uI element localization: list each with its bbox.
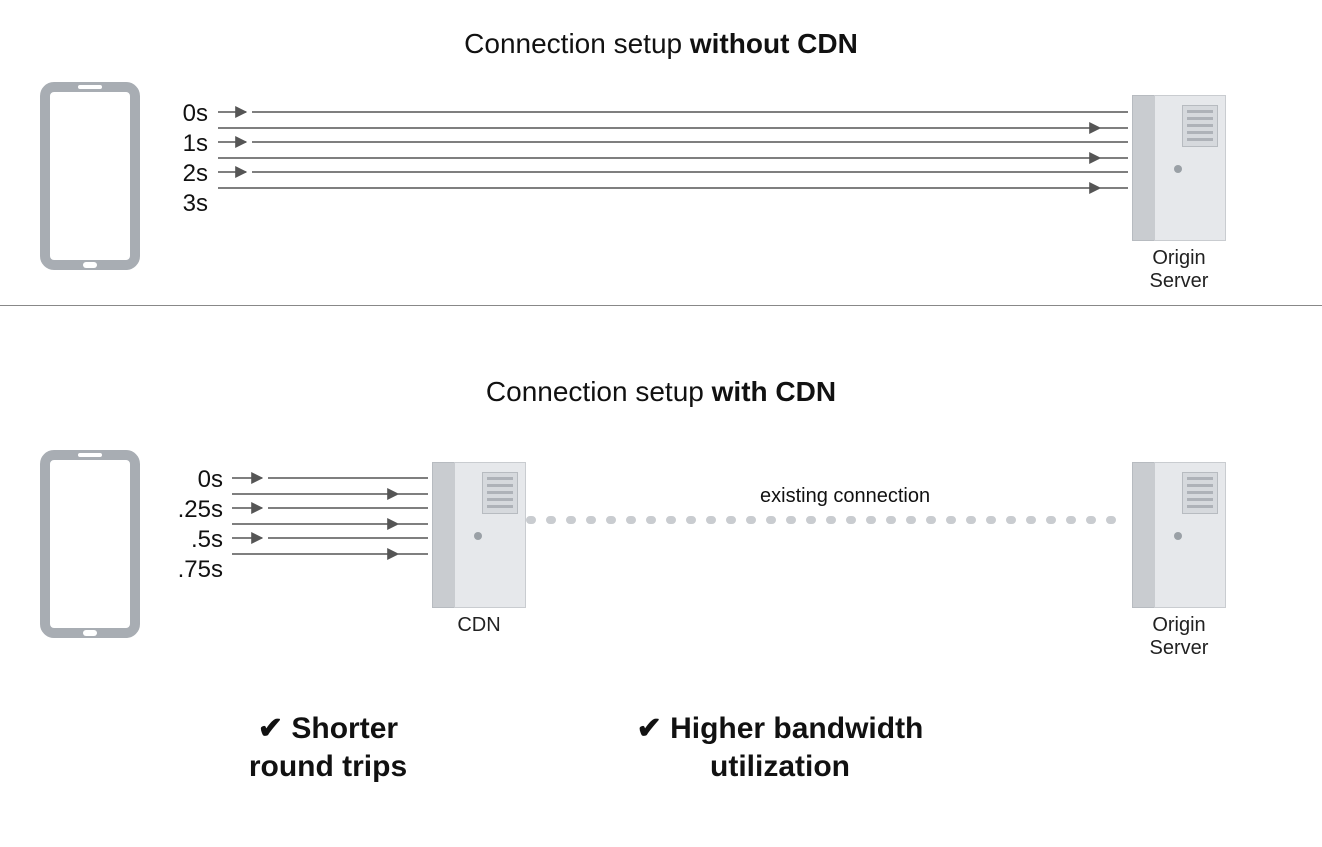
benefit-line: ✔ Shorter xyxy=(258,712,398,745)
benefit-higher-bandwidth: ✔ Higher bandwidth utilization xyxy=(570,710,990,785)
origin-server-icon: Origin Server xyxy=(1132,95,1226,241)
time-label: 0s xyxy=(155,468,223,492)
time-labels-bottom: 0s .25s .5s .75s xyxy=(155,468,223,588)
benefit-line: ✔ Higher bandwidth xyxy=(637,712,924,745)
origin-server-label: Origin Server xyxy=(1132,614,1226,660)
origin-server-icon: Origin Server xyxy=(1132,462,1226,608)
label-line: Origin xyxy=(1152,247,1205,269)
time-label: 3s xyxy=(160,192,208,216)
time-label: .75s xyxy=(155,558,223,582)
origin-server-label: Origin Server xyxy=(1132,247,1226,293)
label-line: Server xyxy=(1150,637,1209,659)
title-bold: with CDN xyxy=(712,376,836,407)
time-label: 0s xyxy=(160,102,208,126)
title-bold: without CDN xyxy=(690,28,858,59)
time-labels-top: 0s 1s 2s 3s xyxy=(160,102,208,222)
benefit-shorter-trips: ✔ Shorter round trips xyxy=(178,710,478,785)
time-label: .25s xyxy=(155,498,223,522)
phone-icon xyxy=(40,82,140,270)
title-with-cdn: Connection setup with CDN xyxy=(0,326,1322,418)
title-prefix: Connection setup xyxy=(464,28,690,59)
title-without-cdn: Connection setup without CDN xyxy=(0,0,1322,70)
time-label: 2s xyxy=(160,162,208,186)
title-prefix: Connection setup xyxy=(486,376,712,407)
label-line: Server xyxy=(1150,270,1209,292)
time-label: 1s xyxy=(160,132,208,156)
cdn-server-icon: CDN xyxy=(432,462,526,608)
cdn-label: CDN xyxy=(432,614,526,637)
time-label: .5s xyxy=(155,528,223,552)
phone-icon xyxy=(40,450,140,638)
existing-connection-label: existing connection xyxy=(760,485,930,508)
benefit-line: utilization xyxy=(710,750,850,783)
label-line: Origin xyxy=(1152,614,1205,636)
benefit-line: round trips xyxy=(249,750,407,783)
